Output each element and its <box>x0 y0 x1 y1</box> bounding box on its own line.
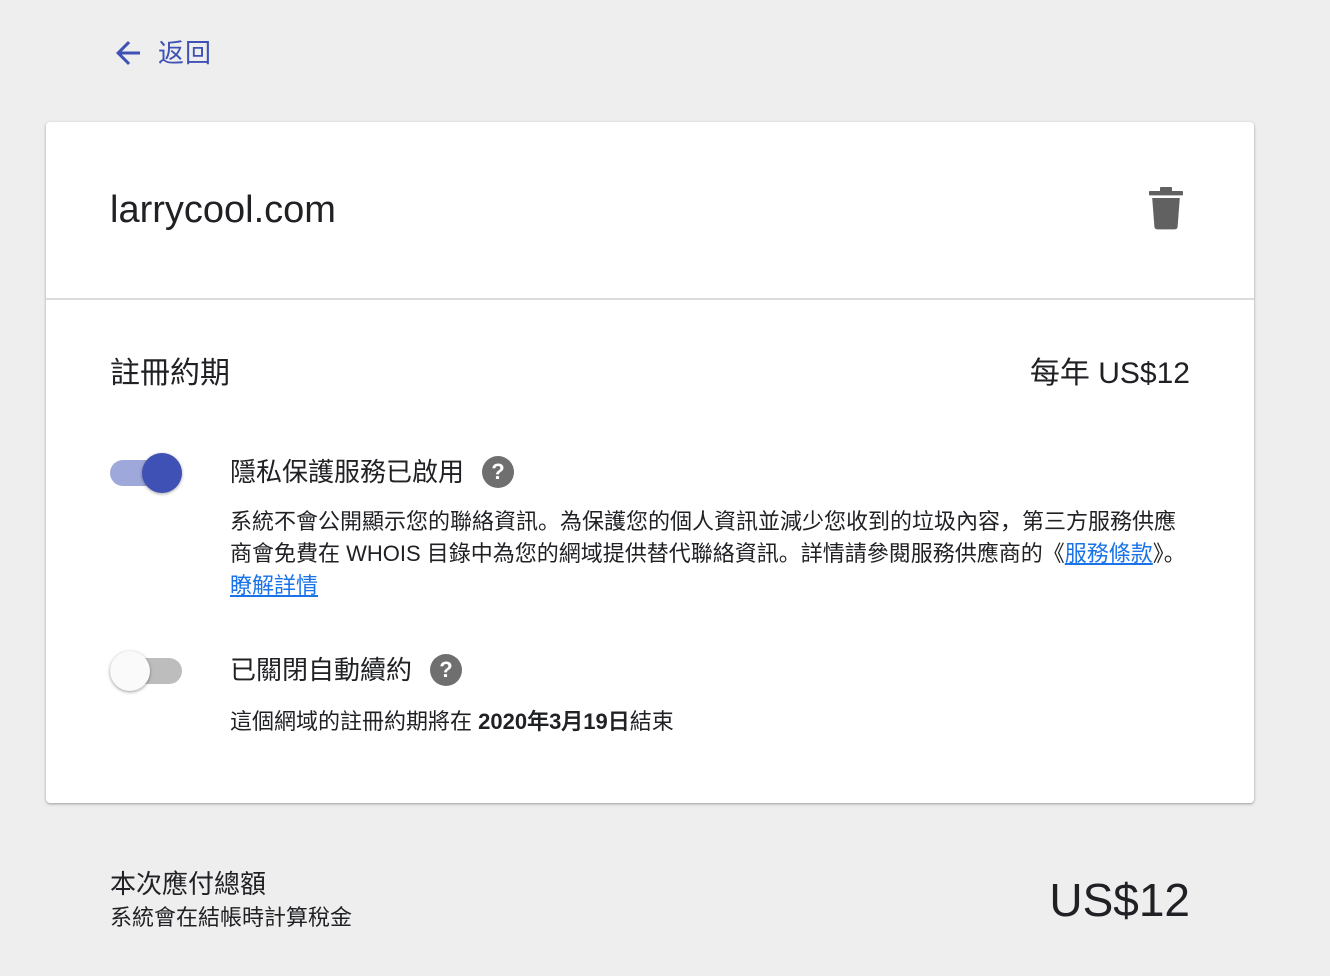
auto-renew-description: 這個網域的註冊約期將在 2020年3月19日結束 <box>230 706 1190 738</box>
privacy-title-row: 隱私保護服務已啟用 ? <box>230 450 515 494</box>
help-icon[interactable]: ? <box>430 654 463 686</box>
back-label: 返回 <box>158 38 213 68</box>
privacy-option: 隱私保護服務已啟用 ? 系統不會公開顯示您的聯絡資訊。為保護您的個人資訊並減少您… <box>110 450 1190 610</box>
auto-renew-end-date: 2020年3月19日 <box>478 709 630 734</box>
domain-card: larrycool.com 註冊約期 每年 US$12 隱私保護服務已啟用 ? … <box>46 122 1254 803</box>
auto-renew-title: 已關閉自動續約 <box>230 655 413 685</box>
card-header: larrycool.com <box>46 122 1254 300</box>
auto-renew-toggle[interactable] <box>110 648 184 692</box>
total-labels: 本次應付總額 系統會在結帳時計算稅金 <box>110 866 352 934</box>
auto-renew-title-row: 已關閉自動續約 ? <box>230 648 463 692</box>
terms-of-service-link[interactable]: 服務條款 <box>1065 541 1153 566</box>
privacy-title: 隱私保護服務已啟用 <box>230 457 465 487</box>
privacy-description: 系統不會公開顯示您的聯絡資訊。為保護您的個人資訊並減少您收到的垃圾內容，第三方服… <box>230 506 1190 602</box>
auto-renew-desc-prefix: 這個網域的註冊約期將在 <box>230 709 479 734</box>
privacy-desc-mid: 》。 <box>1152 541 1186 566</box>
total-label: 本次應付總額 <box>110 869 267 899</box>
privacy-toggle-thumb <box>142 453 182 493</box>
arrow-left-icon <box>110 35 146 71</box>
auto-renew-option: 已關閉自動續約 ? 這個網域的註冊約期將在 2020年3月19日結束 <box>110 648 1190 748</box>
registration-term-label: 註冊約期 <box>110 357 230 390</box>
delete-button[interactable] <box>1146 184 1186 236</box>
back-link[interactable]: 返回 <box>110 34 212 72</box>
domain-name: larrycool.com <box>110 189 336 231</box>
total-amount: US$12 <box>1049 874 1190 926</box>
registration-price: 每年 US$12 <box>1029 357 1190 390</box>
auto-renew-desc-suffix: 結束 <box>629 709 674 734</box>
trash-icon <box>1149 186 1183 235</box>
help-icon[interactable]: ? <box>482 456 515 488</box>
total-section: 本次應付總額 系統會在結帳時計算稅金 US$12 <box>110 866 1190 934</box>
learn-more-link[interactable]: 瞭解詳情 <box>230 573 318 598</box>
auto-renew-toggle-thumb <box>110 651 150 691</box>
tax-note: 系統會在結帳時計算稅金 <box>110 905 353 930</box>
privacy-desc-text: 系統不會公開顯示您的聯絡資訊。為保護您的個人資訊並減少您收到的垃圾內容，第三方服… <box>230 509 1177 566</box>
registration-term-row: 註冊約期 每年 US$12 <box>110 352 1190 396</box>
privacy-toggle[interactable] <box>110 450 184 494</box>
